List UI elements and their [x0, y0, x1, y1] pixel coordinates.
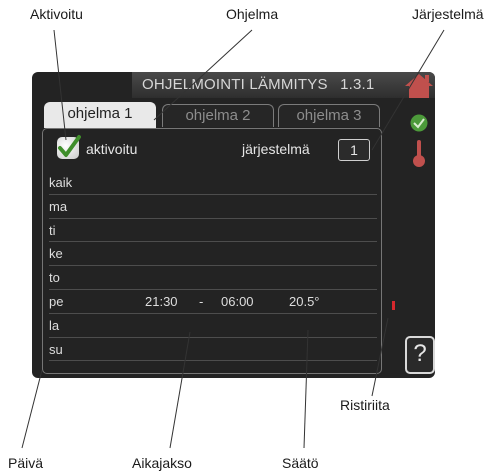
system-selector[interactable]: 1 — [338, 139, 370, 161]
day-label: la — [49, 317, 60, 333]
callout-saato: Säätö — [282, 455, 319, 471]
setting-value: 20.5° — [289, 293, 320, 309]
period-start: 21:30 — [145, 293, 178, 309]
day-label: ma — [49, 198, 68, 214]
callout-aikajakso: Aikajakso — [132, 455, 192, 471]
schedule-row-su[interactable]: su — [49, 338, 377, 362]
callout-ristiriita: Ristiriita — [340, 397, 390, 413]
schedule-list: kaik ma ti ke to pe 21:30 - 06:00 20.5° … — [49, 171, 377, 362]
callout-ohjelma: Ohjelma — [226, 6, 279, 22]
day-label: su — [49, 341, 63, 357]
schedule-row-to[interactable]: to — [49, 266, 377, 290]
thermometer-icon — [413, 140, 425, 167]
schedule-row-ti[interactable]: ti — [49, 219, 377, 243]
system-label: järjestelmä — [242, 141, 310, 157]
day-label: kaik — [49, 175, 73, 190]
period-end: 06:00 — [221, 293, 254, 309]
house-icon — [405, 74, 433, 98]
schedule-row-ma[interactable]: ma — [49, 195, 377, 219]
callout-aktivoitu: Aktivoitu — [30, 6, 83, 22]
tab-ohjelma-1[interactable]: ohjelma 1 — [44, 102, 156, 128]
screen-header: OHJELMOINTI LÄMMITYS 1.3.1 — [132, 72, 435, 98]
activated-label: aktivoitu — [86, 141, 138, 157]
tab-ohjelma-2[interactable]: ohjelma 2 — [162, 104, 274, 127]
schedule-row-pe[interactable]: pe 21:30 - 06:00 20.5° — [49, 290, 377, 314]
day-label: to — [49, 270, 60, 286]
status-indicator-icon — [410, 114, 428, 132]
checkmark-icon — [58, 135, 81, 157]
screen-title: OHJELMOINTI LÄMMITYS — [142, 76, 328, 93]
activated-checkbox[interactable] — [57, 135, 81, 159]
callout-paiva: Päivä — [8, 455, 44, 471]
day-label: pe — [49, 293, 64, 309]
day-label: ke — [49, 246, 63, 262]
callout-jarjestelma: Järjestelmä — [412, 6, 484, 22]
period-separator: - — [199, 293, 204, 309]
schedule-row-la[interactable]: la — [49, 314, 377, 338]
help-button[interactable]: ? — [405, 336, 435, 374]
tab-ohjelma-3[interactable]: ohjelma 3 — [278, 104, 380, 127]
menu-number: 1.3.1 — [340, 76, 375, 93]
conflict-marker-icon — [392, 301, 395, 310]
display-screen: OHJELMOINTI LÄMMITYS 1.3.1 ohjelma 1 ohj… — [32, 72, 435, 378]
schedule-row-kaik[interactable]: kaik — [49, 171, 377, 195]
status-row: aktivoitu järjestelmä 1 — [42, 135, 382, 164]
schedule-row-ke[interactable]: ke — [49, 242, 377, 267]
day-label: ti — [49, 222, 56, 238]
